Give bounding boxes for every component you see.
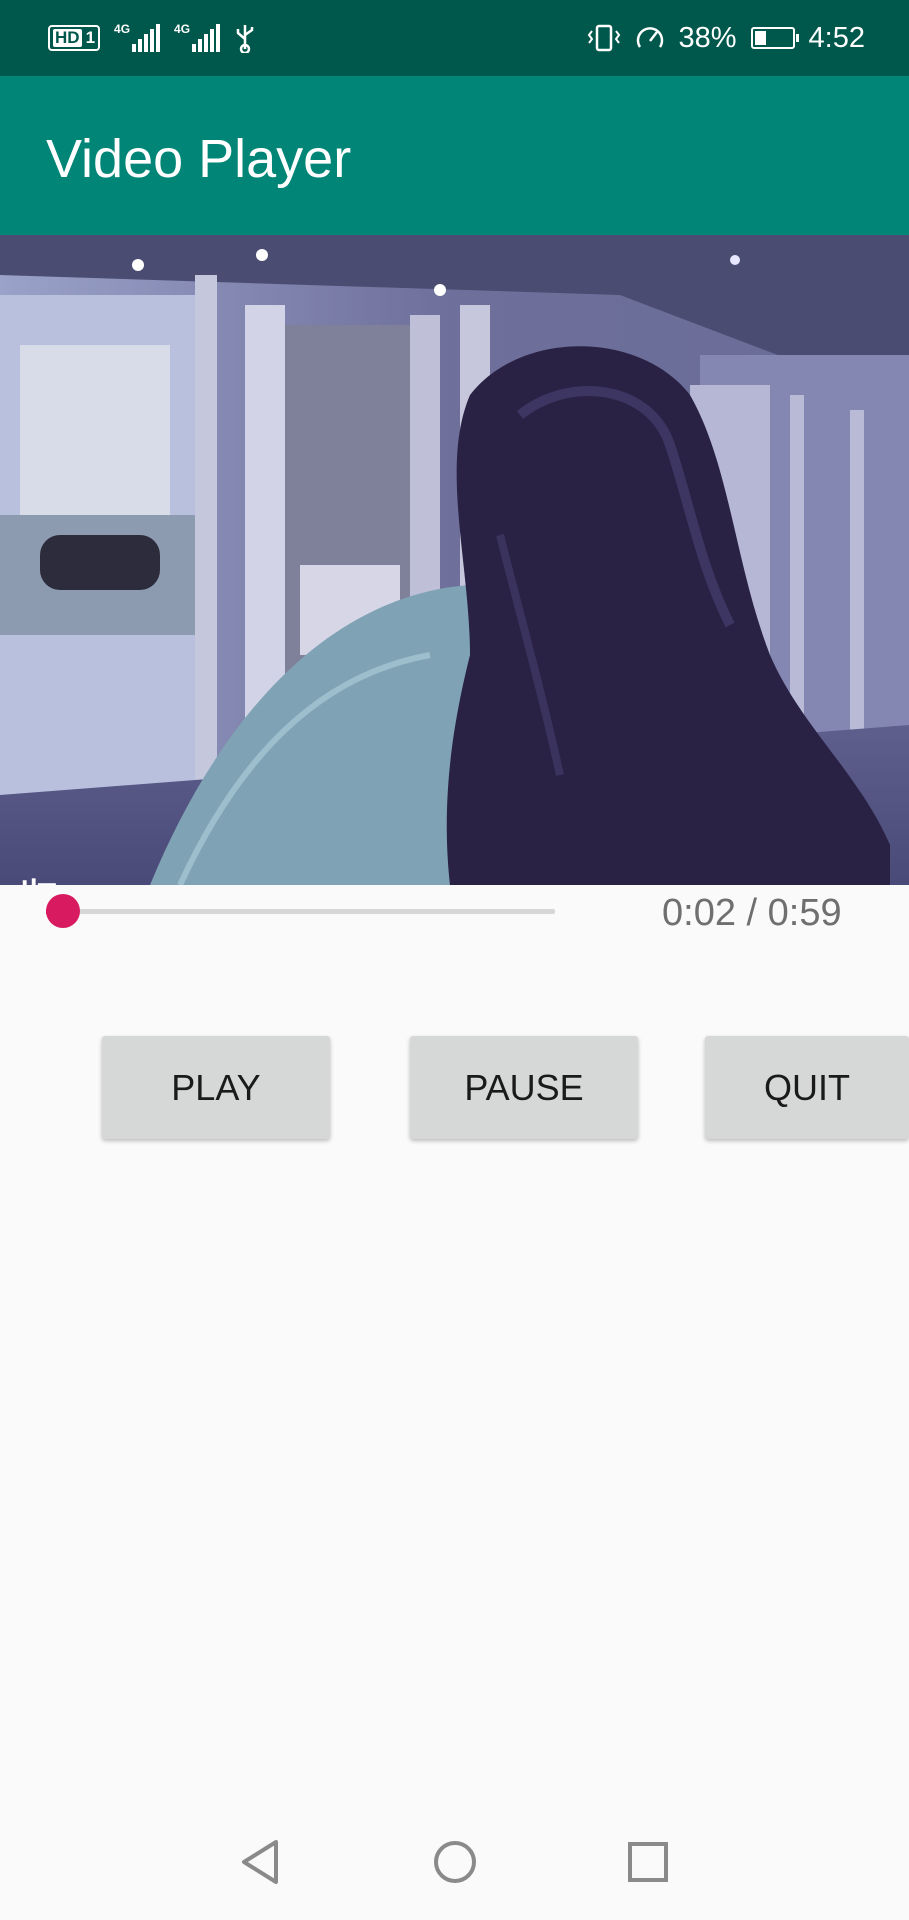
status-left: HD 1 4G 4G bbox=[48, 22, 256, 53]
network-type-label: 4G bbox=[174, 22, 191, 36]
time-label: 0:02 / 0:59 bbox=[662, 892, 842, 934]
speed-gauge-icon bbox=[636, 27, 663, 48]
vibrate-icon bbox=[587, 24, 620, 52]
battery-percent: 38% bbox=[678, 21, 737, 54]
back-icon[interactable] bbox=[238, 1838, 282, 1886]
page-title: Video Player bbox=[46, 129, 352, 189]
usb-icon bbox=[236, 25, 254, 53]
signal-icon: 4G bbox=[174, 22, 221, 52]
home-icon[interactable] bbox=[432, 1838, 478, 1886]
video-watermark: ID:595619189 抖音 bbox=[8, 877, 63, 885]
hd-label: HD bbox=[53, 28, 82, 47]
watermark-brand: 抖音 bbox=[8, 877, 63, 885]
status-right: 38% 4:52 bbox=[587, 21, 865, 55]
app-bar: Video Player bbox=[0, 76, 909, 235]
signal-icon: 4G bbox=[114, 22, 161, 52]
recents-icon[interactable] bbox=[627, 1838, 669, 1886]
quit-button[interactable]: QUIT bbox=[705, 1036, 909, 1139]
network-type-label: 4G bbox=[114, 22, 131, 36]
navigation-bar bbox=[0, 1812, 909, 1920]
hd-voice-icon: HD 1 bbox=[48, 25, 101, 51]
pause-button[interactable]: PAUSE bbox=[410, 1036, 638, 1139]
video-view[interactable]: ID:595619189 抖音 bbox=[0, 235, 909, 885]
app-screen: HD 1 4G 4G 38% 4:52 Video Player 0:02 / … bbox=[0, 0, 909, 1920]
battery-charging-icon bbox=[750, 27, 799, 49]
seek-thumb[interactable] bbox=[46, 894, 81, 928]
seek-bar[interactable] bbox=[46, 894, 555, 928]
play-button[interactable]: PLAY bbox=[102, 1036, 330, 1139]
status-bar: HD 1 4G 4G 38% 4:52 bbox=[0, 0, 909, 76]
sim-slot-label: 1 bbox=[85, 28, 96, 47]
clock: 4:52 bbox=[808, 21, 865, 54]
video-frame bbox=[0, 235, 909, 885]
